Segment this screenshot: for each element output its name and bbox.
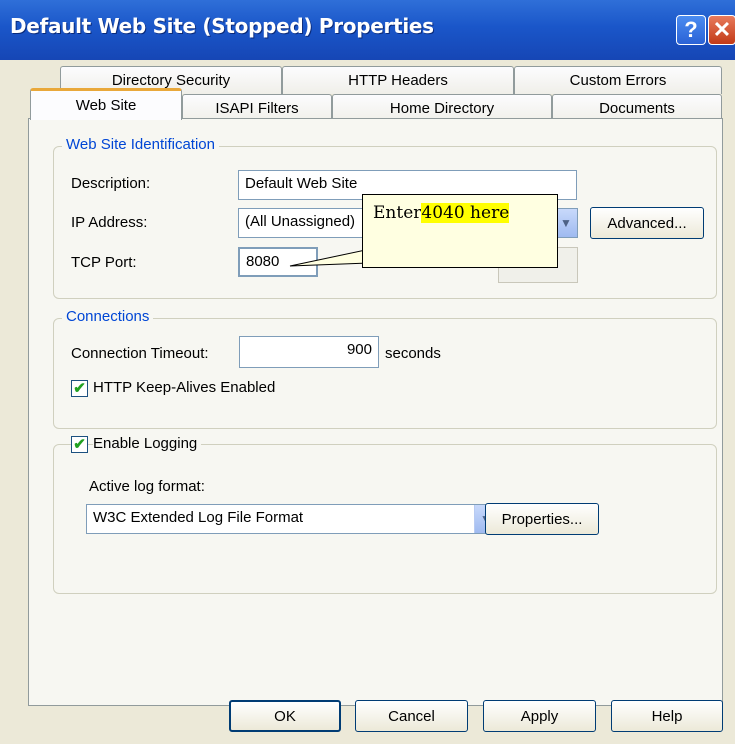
advanced-button[interactable]: Advanced... xyxy=(590,207,704,239)
callout-prefix: Enter xyxy=(373,203,422,223)
instruction-callout: Enter4040 here xyxy=(362,194,558,268)
enable-logging-label: Enable Logging xyxy=(93,435,202,452)
connections-group: Connections xyxy=(53,308,717,429)
window-title: Default Web Site (Stopped) Properties xyxy=(10,14,434,38)
tab-web-site[interactable]: Web Site xyxy=(30,88,182,120)
identification-group-title: Web Site Identification xyxy=(62,136,219,153)
ok-button[interactable]: OK xyxy=(229,700,341,732)
ip-address-value: (All Unassigned) xyxy=(245,213,356,230)
callout-highlight: 4040 here xyxy=(421,203,510,223)
tcp-port-field[interactable]: 8080 xyxy=(238,247,318,277)
tab-custom-errors[interactable]: Custom Errors xyxy=(514,66,722,94)
checkmark-icon: ✔ xyxy=(73,380,86,397)
connection-timeout-label: Connection Timeout: xyxy=(71,345,209,362)
timeout-unit-label: seconds xyxy=(385,345,441,362)
apply-button[interactable]: Apply xyxy=(483,700,596,732)
close-title-button[interactable]: ✕ xyxy=(708,15,735,45)
checkmark-icon: ✔ xyxy=(73,436,86,453)
connections-group-title: Connections xyxy=(62,308,154,325)
active-log-format-label: Active log format: xyxy=(89,478,205,495)
description-label: Description: xyxy=(71,175,151,192)
help-icon: ? xyxy=(684,17,698,42)
log-format-value: W3C Extended Log File Format xyxy=(93,509,304,526)
enable-logging-checkbox[interactable]: ✔ xyxy=(71,436,88,453)
connection-timeout-field[interactable]: 900 xyxy=(239,336,379,368)
title-bar: Default Web Site (Stopped) Properties ? … xyxy=(0,0,735,60)
log-format-select[interactable]: W3C Extended Log File Format ▼ xyxy=(86,504,498,534)
cancel-button[interactable]: Cancel xyxy=(355,700,468,732)
keepalive-checkbox[interactable]: ✔ xyxy=(71,380,88,397)
close-icon: ✕ xyxy=(712,17,732,42)
tab-http-headers[interactable]: HTTP Headers xyxy=(282,66,514,94)
log-properties-button[interactable]: Properties... xyxy=(485,503,599,535)
ip-address-label: IP Address: xyxy=(71,214,148,231)
help-title-button[interactable]: ? xyxy=(676,15,706,45)
tcp-port-label: TCP Port: xyxy=(71,254,137,271)
keepalive-label: HTTP Keep-Alives Enabled xyxy=(93,379,276,396)
help-button[interactable]: Help xyxy=(611,700,723,732)
